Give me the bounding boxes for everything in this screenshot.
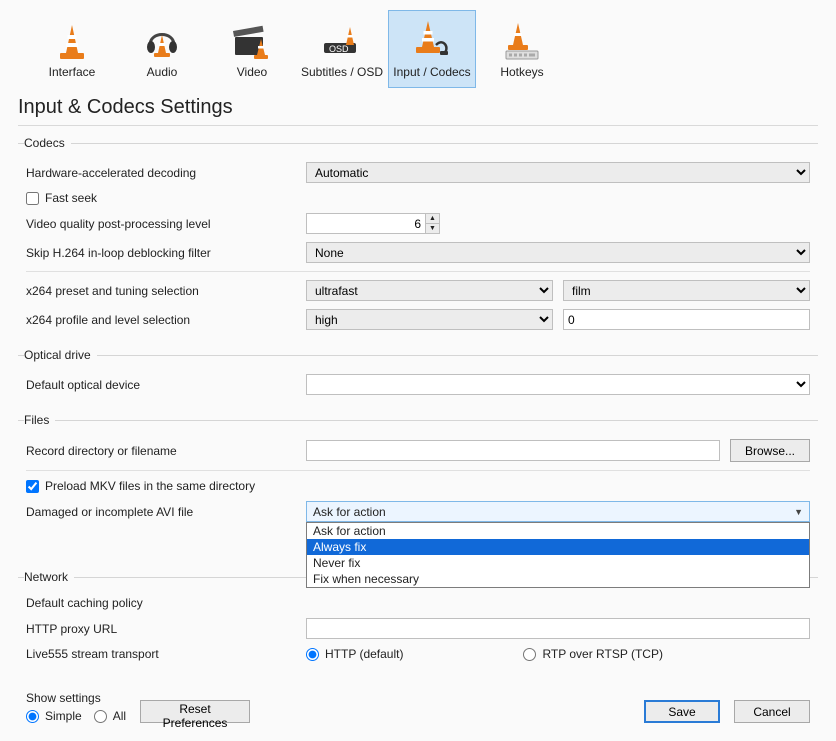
avi-option[interactable]: Fix when necessary xyxy=(307,571,809,587)
x264-profile-select[interactable]: high xyxy=(306,309,553,330)
x264-preset-select[interactable]: ultrafast xyxy=(306,280,553,301)
tab-label: Video xyxy=(211,65,293,79)
optical-device-select[interactable] xyxy=(306,374,810,395)
spinner-down[interactable]: ▼ xyxy=(426,224,439,233)
avi-selected-value: Ask for action xyxy=(313,505,386,519)
group-codecs: Codecs Hardware-accelerated decoding Aut… xyxy=(18,136,818,338)
caching-label: Default caching policy xyxy=(26,596,306,610)
tab-label: Input / Codecs xyxy=(391,65,473,79)
skip-h264-label: Skip H.264 in-loop deblocking filter xyxy=(26,246,306,260)
mode-all-radio[interactable] xyxy=(94,710,107,723)
record-dir-input[interactable] xyxy=(306,440,720,461)
avi-dropdown-list: Ask for action Always fix Never fix Fix … xyxy=(306,522,810,588)
title-separator xyxy=(18,125,818,126)
live555-http-label: HTTP (default) xyxy=(325,647,403,661)
browse-button[interactable]: Browse... xyxy=(730,439,810,462)
codecs-inner-separator xyxy=(26,271,810,272)
keyboard-cone-icon xyxy=(500,21,544,61)
mode-all-label: All xyxy=(113,709,126,723)
live555-label: Live555 stream transport xyxy=(26,647,306,661)
hw-decoding-select[interactable]: Automatic xyxy=(306,162,810,183)
x264-preset-label: x264 preset and tuning selection xyxy=(26,284,306,298)
tab-label: Subtitles / OSD xyxy=(301,65,383,79)
mode-simple-label: Simple xyxy=(45,709,82,723)
fast-seek-checkbox[interactable] xyxy=(26,192,39,205)
letters-cone-icon: OSD xyxy=(320,21,364,61)
avi-dropdown[interactable]: Ask for action ▼ Ask for action Always f… xyxy=(306,501,810,522)
postproc-label: Video quality post-processing level xyxy=(26,217,306,231)
tab-label: Interface xyxy=(31,65,113,79)
page-title: Input & Codecs Settings xyxy=(18,96,818,119)
tab-audio[interactable]: Audio xyxy=(118,10,206,88)
spinner-up[interactable]: ▲ xyxy=(426,214,439,224)
preload-mkv-label: Preload MKV files in the same directory xyxy=(45,479,255,493)
proxy-label: HTTP proxy URL xyxy=(26,622,306,636)
cancel-button[interactable]: Cancel xyxy=(734,700,810,723)
tab-interface[interactable]: Interface xyxy=(28,10,116,88)
proxy-input[interactable] xyxy=(306,618,810,639)
mode-simple-radio[interactable] xyxy=(26,710,39,723)
chevron-down-icon: ▼ xyxy=(794,507,803,517)
clapboard-cone-icon xyxy=(231,21,273,61)
tab-subtitles[interactable]: OSD Subtitles / OSD xyxy=(298,10,386,88)
x264-tune-select[interactable]: film xyxy=(563,280,810,301)
avi-label: Damaged or incomplete AVI file xyxy=(26,505,306,519)
hw-decoding-label: Hardware-accelerated decoding xyxy=(26,166,306,180)
x264-level-input[interactable] xyxy=(563,309,810,330)
live555-rtp-radio[interactable] xyxy=(523,648,536,661)
reset-preferences-button[interactable]: Reset Preferences xyxy=(140,700,250,723)
avi-option[interactable]: Never fix xyxy=(307,555,809,571)
group-legend: Optical drive xyxy=(24,348,97,362)
group-legend: Codecs xyxy=(24,136,71,150)
live555-rtp-label: RTP over RTSP (TCP) xyxy=(542,647,662,661)
tab-label: Audio xyxy=(121,65,203,79)
files-inner-separator xyxy=(26,470,810,471)
avi-option[interactable]: Ask for action xyxy=(307,523,809,539)
tab-hotkeys[interactable]: Hotkeys xyxy=(478,10,566,88)
preload-mkv-checkbox[interactable] xyxy=(26,480,39,493)
group-files: Files Record directory or filename Brows… xyxy=(18,413,818,530)
fast-seek-label: Fast seek xyxy=(45,191,97,205)
tab-input-codecs[interactable]: Input / Codecs xyxy=(388,10,476,88)
svg-text:OSD: OSD xyxy=(329,44,349,54)
avi-option[interactable]: Always fix xyxy=(307,539,809,555)
footer: Show settings Simple All Reset Preferenc… xyxy=(18,679,818,731)
group-legend: Files xyxy=(24,413,55,427)
live555-http-radio[interactable] xyxy=(306,648,319,661)
show-settings-label: Show settings xyxy=(26,691,126,705)
optical-device-label: Default optical device xyxy=(26,378,306,392)
tab-label: Hotkeys xyxy=(481,65,563,79)
save-button[interactable]: Save xyxy=(644,700,720,723)
postproc-input[interactable] xyxy=(306,213,426,234)
record-dir-label: Record directory or filename xyxy=(26,444,306,458)
postproc-spinner[interactable]: ▲ ▼ xyxy=(306,213,440,234)
headphones-cone-icon xyxy=(142,21,182,61)
tab-video[interactable]: Video xyxy=(208,10,296,88)
plug-cone-icon xyxy=(410,19,454,61)
cone-interface-icon xyxy=(55,23,89,61)
x264-profile-label: x264 profile and level selection xyxy=(26,313,306,327)
group-legend: Network xyxy=(24,570,74,584)
group-optical: Optical drive Default optical device xyxy=(18,348,818,403)
skip-h264-select[interactable]: None xyxy=(306,242,810,263)
settings-tabs: Interface Audio Video OSD Subtitles / OS… xyxy=(28,10,818,88)
